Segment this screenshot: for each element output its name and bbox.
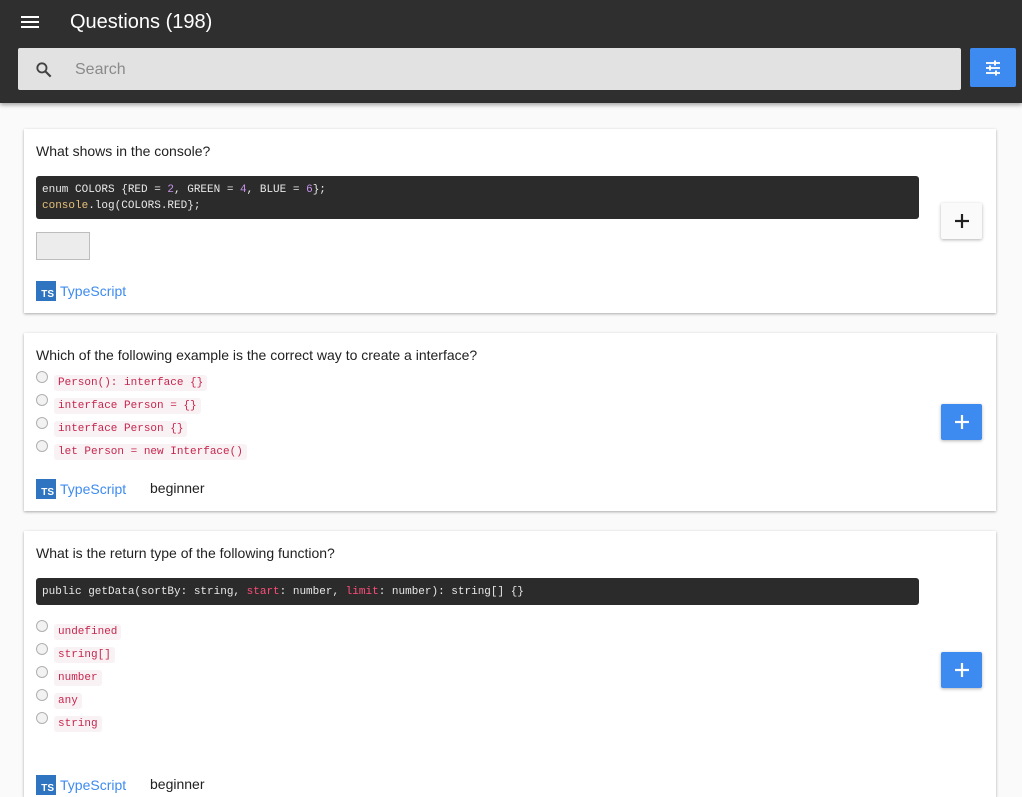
add-question-button[interactable] [941,404,982,440]
plus-icon [954,663,969,677]
plus-icon [954,415,969,429]
option-radio[interactable] [36,643,48,655]
answer-option: any [36,688,82,709]
option-label: undefined [54,624,122,640]
answer-option: string [36,711,102,732]
tag-row: TS TypeScript [36,775,126,795]
answer-input[interactable] [36,232,90,260]
option-label: interface Person {} [54,421,188,437]
question-title: What shows in the console? [36,143,211,159]
option-radio[interactable] [36,712,48,724]
option-label: string[] [54,647,115,663]
option-label: let Person = new Interface() [54,444,247,460]
answer-option: Person(): interface {} [36,370,208,391]
question-title: Which of the following example is the co… [36,347,478,363]
tag-link[interactable]: TypeScript [60,283,126,299]
answer-option: string[] [36,642,115,663]
tag-link[interactable]: TypeScript [60,777,126,793]
option-radio[interactable] [36,666,48,678]
search-icon [36,62,52,78]
tag-row: TS TypeScript [36,479,126,499]
answer-option: interface Person {} [36,416,188,437]
code-snippet: public getData(sortBy: string, start: nu… [36,578,919,605]
difficulty-level: beginner [150,776,205,792]
option-radio[interactable] [36,417,48,429]
tag-row: TS TypeScript [36,281,126,301]
option-radio[interactable] [36,440,48,452]
tag-link[interactable]: TypeScript [60,481,126,497]
typescript-logo: TS [36,479,56,499]
answer-option: number [36,665,102,686]
typescript-logo: TS [36,775,56,795]
difficulty-level: beginner [150,480,205,496]
answer-option: let Person = new Interface() [36,439,247,460]
add-question-button[interactable] [941,652,982,688]
option-label: any [54,693,82,709]
option-label: interface Person = {} [54,398,201,414]
option-label: Person(): interface {} [54,375,208,391]
option-label: string [54,716,102,732]
question-card: What shows in the console? enum COLORS {… [24,129,996,313]
answer-option: undefined [36,619,122,640]
menu-icon[interactable] [16,8,44,36]
plus-icon [954,214,969,228]
question-title: What is the return type of the following… [36,545,335,561]
option-label: number [54,670,102,686]
search-bar [18,48,961,92]
typescript-logo: TS [36,281,56,301]
answer-option: interface Person = {} [36,393,201,414]
add-question-button[interactable] [941,203,982,239]
option-radio[interactable] [36,371,48,383]
code-snippet: enum COLORS {RED = 2, GREEN = 4, BLUE = … [36,176,919,219]
search-input[interactable] [73,48,937,92]
page-title: Questions (198) [70,11,213,33]
filter-button[interactable] [970,48,1016,87]
app-toolbar: Questions (198) [0,0,1022,103]
option-radio[interactable] [36,394,48,406]
option-radio[interactable] [36,689,48,701]
tune-icon [986,60,1000,75]
question-card: Which of the following example is the co… [24,333,996,511]
question-card: What is the return type of the following… [24,531,996,797]
option-radio[interactable] [36,620,48,632]
